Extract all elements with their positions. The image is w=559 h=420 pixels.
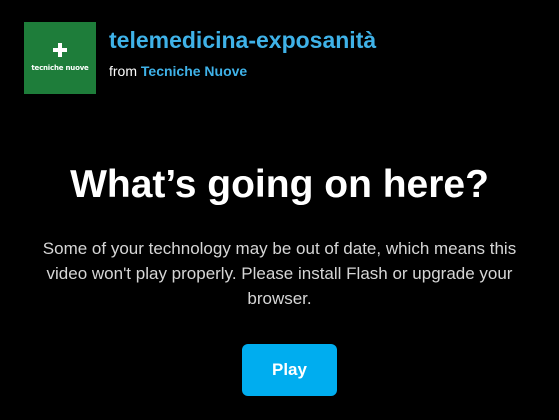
- notice-message: Some of your technology may be out of da…: [42, 239, 517, 308]
- byline-prefix: from: [109, 63, 137, 79]
- play-button[interactable]: Play: [242, 344, 337, 396]
- portrait-logo-text: tecniche nuove: [31, 64, 89, 72]
- byline: from Tecniche Nuove: [109, 63, 376, 79]
- cross-plus-icon: [53, 43, 67, 57]
- video-title-link[interactable]: telemedicina-exposanità: [109, 27, 376, 54]
- owner-link[interactable]: Tecniche Nuove: [141, 63, 247, 79]
- owner-portrait[interactable]: tecniche nuove: [24, 22, 96, 94]
- title-block: telemedicina-exposanità from Tecniche Nu…: [109, 22, 376, 79]
- video-header: tecniche nuove telemedicina-exposanità f…: [24, 22, 376, 94]
- video-player: tecniche nuove telemedicina-exposanità f…: [0, 0, 559, 420]
- notice-headline: What’s going on here?: [70, 163, 489, 206]
